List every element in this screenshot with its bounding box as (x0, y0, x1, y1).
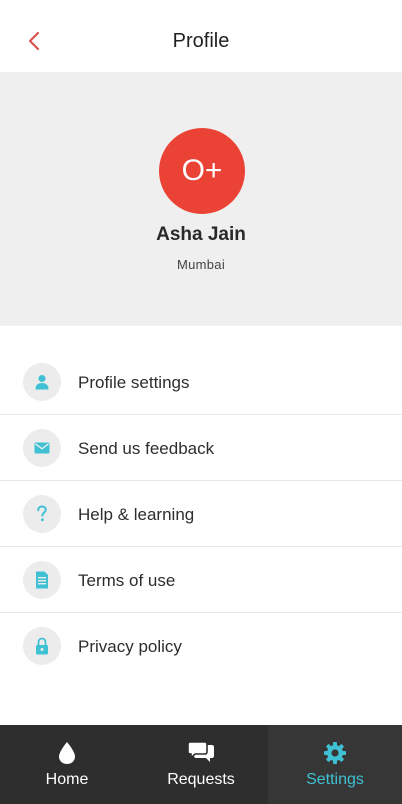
menu-item-help-learning[interactable]: Help & learning (0, 481, 402, 547)
blood-group-avatar: O+ (159, 128, 245, 214)
menu-item-label: Send us feedback (78, 439, 215, 458)
page-title: Profile (172, 30, 230, 52)
tab-label: Settings (306, 771, 364, 788)
menu-item-privacy-policy[interactable]: Privacy policy (0, 613, 402, 679)
profile-summary: O+ Asha Jain Mumbai (0, 72, 402, 326)
tab-requests[interactable]: Requests (134, 725, 268, 804)
menu-item-terms-of-use[interactable]: Terms of use (0, 547, 402, 613)
menu-item-label: Terms of use (78, 571, 176, 590)
menu-item-label: Privacy policy (78, 637, 182, 656)
menu-item-profile-settings[interactable]: Profile settings (0, 349, 402, 415)
settings-menu: Profile settings Send us feedback Help &… (0, 349, 402, 679)
tab-home[interactable]: Home (0, 725, 134, 804)
menu-item-label: Profile settings (78, 373, 190, 392)
chat-bubbles-icon (134, 741, 268, 765)
profile-name: Asha Jain (156, 224, 246, 245)
person-icon (23, 363, 61, 401)
top-bar: Profile (0, 0, 402, 72)
question-icon (23, 495, 61, 533)
tab-label: Home (45, 771, 89, 788)
lock-icon (23, 627, 61, 665)
profile-city: Mumbai (176, 257, 226, 272)
tab-settings[interactable]: Settings (268, 725, 402, 804)
document-icon (23, 561, 61, 599)
menu-item-send-feedback[interactable]: Send us feedback (0, 415, 402, 481)
menu-item-label: Help & learning (78, 505, 195, 524)
tab-label: Requests (167, 771, 235, 788)
envelope-icon (23, 429, 61, 467)
bottom-tab-bar: Home Requests Settings (0, 725, 402, 804)
drop-icon (0, 741, 134, 765)
gear-icon (268, 741, 402, 765)
